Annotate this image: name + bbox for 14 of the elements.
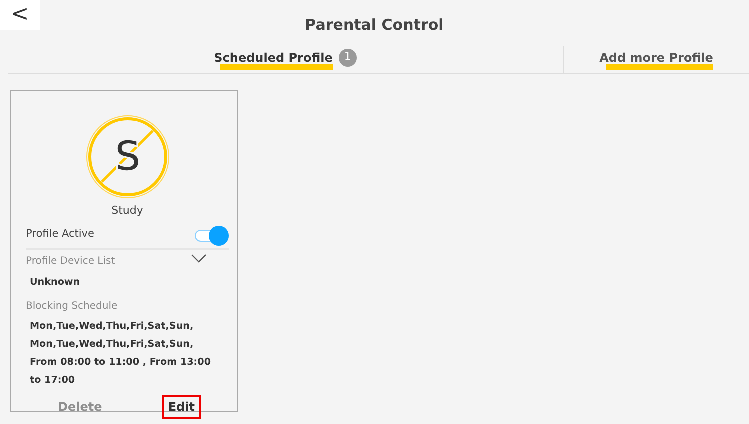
device-name: Unknown <box>29 276 82 290</box>
toggle-switch[interactable] <box>195 226 229 244</box>
page-title: Parental Control <box>304 15 445 36</box>
tab[interactable]: Add more Profile <box>563 46 749 73</box>
field-label: Blocking Schedule <box>26 300 119 314</box>
field-label: Profile Device List <box>26 254 116 268</box>
count-badge: 1 <box>338 48 357 66</box>
schedule-text: Mon,Tue,Wed,Thu,Fri,Sat,Sun, Mon,Tue,Wed,Thu,Fri,Sat,Sun, From 08:00 to 11:00 , From 13:00 to 17:00 <box>29 320 212 388</box>
tab[interactable]: Scheduled Profile 1 <box>8 46 563 73</box>
toggle-label: Profile Active <box>26 226 94 242</box>
back-button[interactable]: < <box>0 0 40 30</box>
edit-button[interactable]: Edit <box>162 394 201 418</box>
profile-name: Study <box>110 203 144 219</box>
chevron-icon[interactable] <box>191 254 207 264</box>
